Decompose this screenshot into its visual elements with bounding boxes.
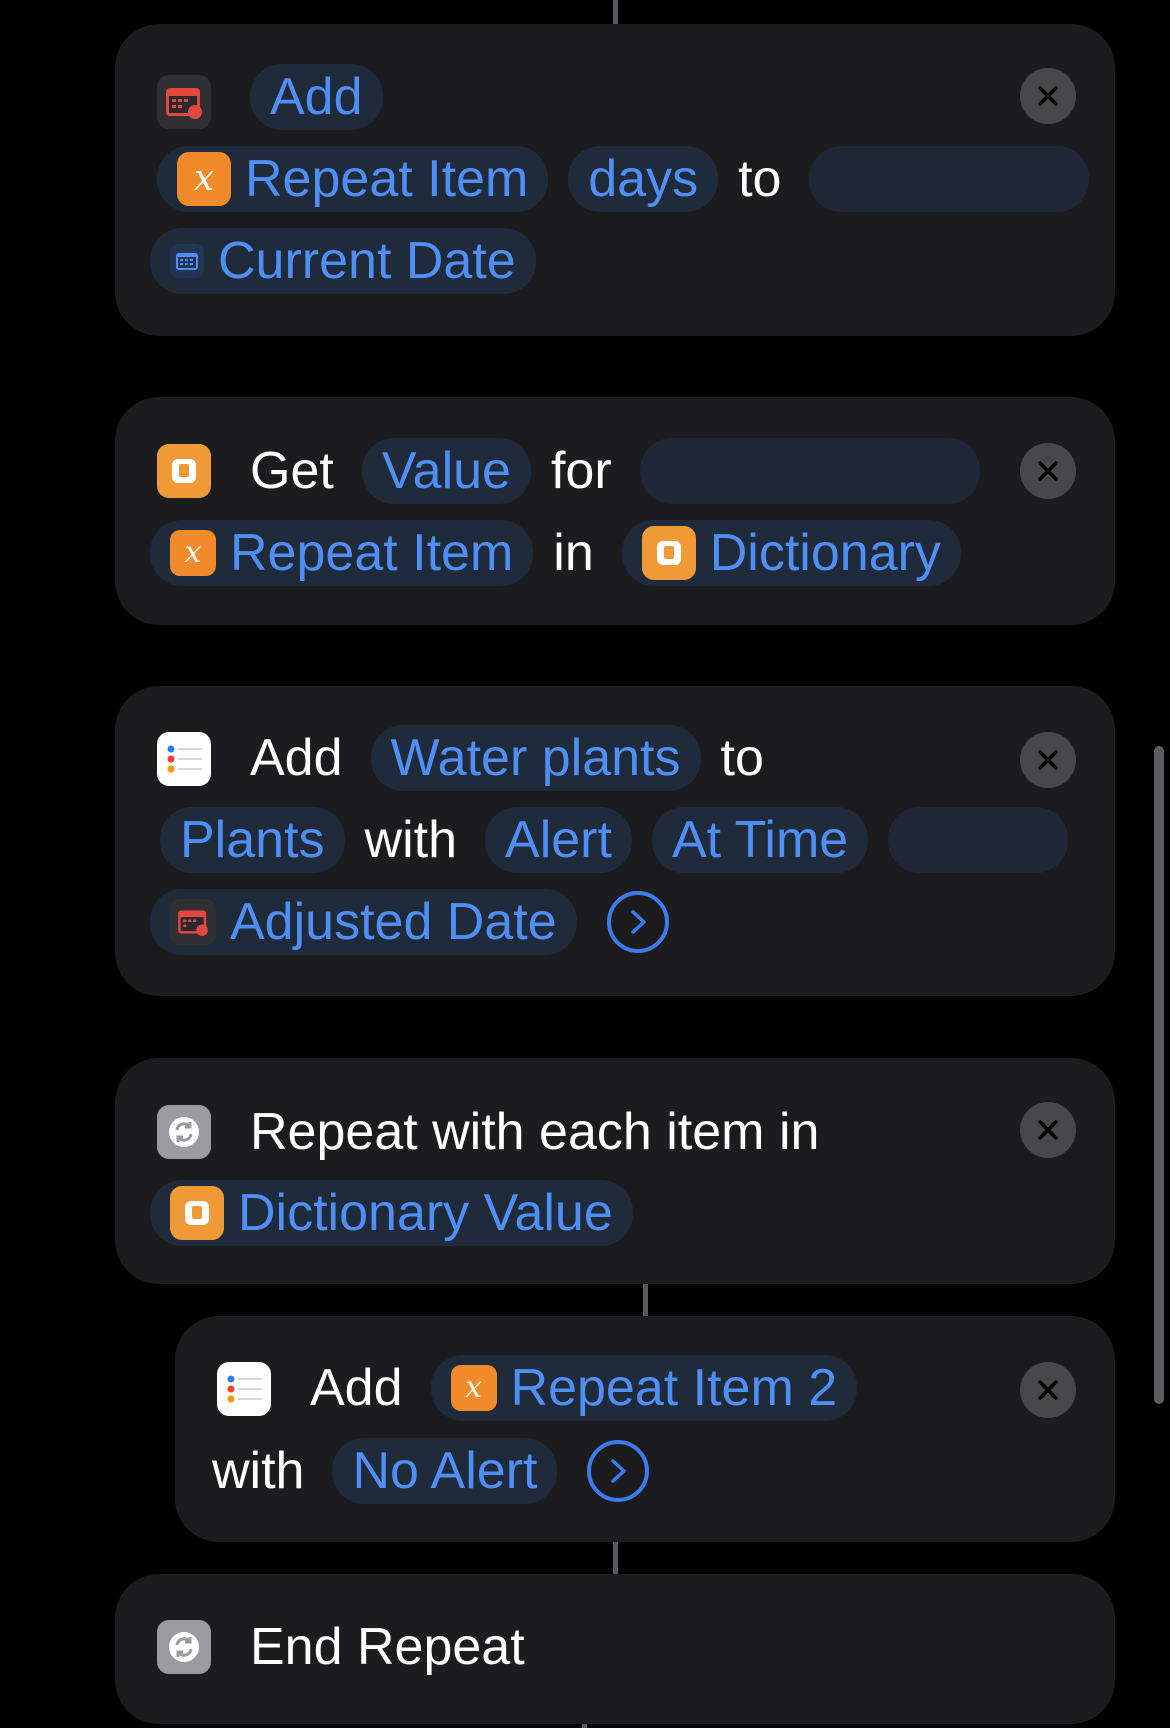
close-icon [1038, 750, 1058, 770]
chevron-right-icon [630, 910, 646, 934]
repeat-icon [157, 1105, 211, 1159]
operation-pill[interactable]: Add [250, 64, 383, 130]
expand-chevron-button[interactable] [606, 891, 669, 953]
calendar-icon [157, 75, 211, 129]
adjusted-date-pill[interactable]: Adjusted Date [150, 889, 577, 955]
close-icon [1038, 86, 1058, 106]
remove-action-button[interactable] [1020, 68, 1076, 124]
label-with: with [364, 811, 458, 869]
label-with: with [212, 1442, 305, 1500]
remove-action-button[interactable] [1020, 443, 1076, 499]
empty-parameter[interactable] [888, 807, 1069, 873]
alert-pill[interactable]: Alert [485, 807, 632, 873]
reminder-title-pill[interactable]: Water plants [370, 725, 701, 791]
alert-pill[interactable]: No Alert [332, 1438, 558, 1504]
variable-icon: x [177, 152, 231, 206]
variable-icon: x [170, 530, 216, 576]
list-pill[interactable]: Plants [160, 807, 345, 873]
flow-connector [643, 1284, 648, 1316]
dictionary-icon [157, 444, 211, 498]
key-parameter[interactable] [639, 438, 980, 504]
action-adjust-date[interactable]: Add x Repeat Item days to Current Date [115, 24, 1115, 336]
variable-repeat-item-pill[interactable]: x Repeat Item [157, 146, 549, 212]
variable-repeat-item-2-pill[interactable]: x Repeat Item 2 [430, 1355, 858, 1421]
remove-action-button[interactable] [1020, 1102, 1076, 1158]
close-icon [1038, 1380, 1058, 1400]
value-type-pill[interactable]: Value [361, 438, 531, 504]
unit-pill[interactable]: days [568, 146, 719, 212]
action-add-reminder[interactable]: Add Water plants to Plants with Alert At… [115, 686, 1115, 996]
close-icon [1038, 1120, 1058, 1140]
dictionary-icon [170, 1186, 224, 1240]
empty-parameter[interactable] [809, 146, 1090, 212]
current-date-pill[interactable]: Current Date [150, 228, 536, 294]
dictionary-value-pill[interactable]: Dictionary Value [150, 1180, 633, 1246]
flow-connector [613, 0, 618, 26]
remove-action-button[interactable] [1020, 732, 1076, 788]
label-to: to [720, 729, 764, 787]
label-to: to [738, 150, 782, 208]
repeat-label: Repeat with each item in [250, 1103, 820, 1161]
chevron-right-icon [611, 1459, 627, 1483]
label-in: in [553, 524, 594, 582]
repeat-icon [157, 1620, 211, 1674]
action-get-dictionary-value[interactable]: Get Value for x Repeat Item in Dictionar… [115, 397, 1115, 625]
label-for: for [550, 442, 612, 500]
remove-action-button[interactable] [1020, 1362, 1076, 1418]
variable-icon: x [450, 1365, 497, 1411]
close-icon [1038, 461, 1058, 481]
label-add: Add [310, 1359, 403, 1417]
action-end-repeat[interactable]: End Repeat [115, 1574, 1115, 1724]
label-get: Get [250, 442, 334, 500]
expand-chevron-button[interactable] [587, 1440, 650, 1502]
reminders-icon [217, 1362, 271, 1416]
calendar-small-icon [170, 244, 204, 278]
reminders-icon [157, 732, 211, 786]
scrollbar[interactable] [1154, 746, 1164, 1404]
calendar-icon [170, 899, 216, 945]
flow-connector [613, 1542, 618, 1576]
label-add: Add [250, 729, 343, 787]
variable-repeat-item-pill[interactable]: x Repeat Item [150, 520, 534, 586]
end-repeat-label: End Repeat [250, 1618, 525, 1676]
dictionary-variable-pill[interactable]: Dictionary [621, 520, 961, 586]
action-add-reminder-nested[interactable]: Add x Repeat Item 2 with No Alert [175, 1316, 1115, 1542]
dictionary-icon [641, 526, 696, 580]
alert-type-pill[interactable]: At Time [651, 807, 869, 873]
action-repeat-each[interactable]: Repeat with each item in Dictionary Valu… [115, 1058, 1115, 1284]
